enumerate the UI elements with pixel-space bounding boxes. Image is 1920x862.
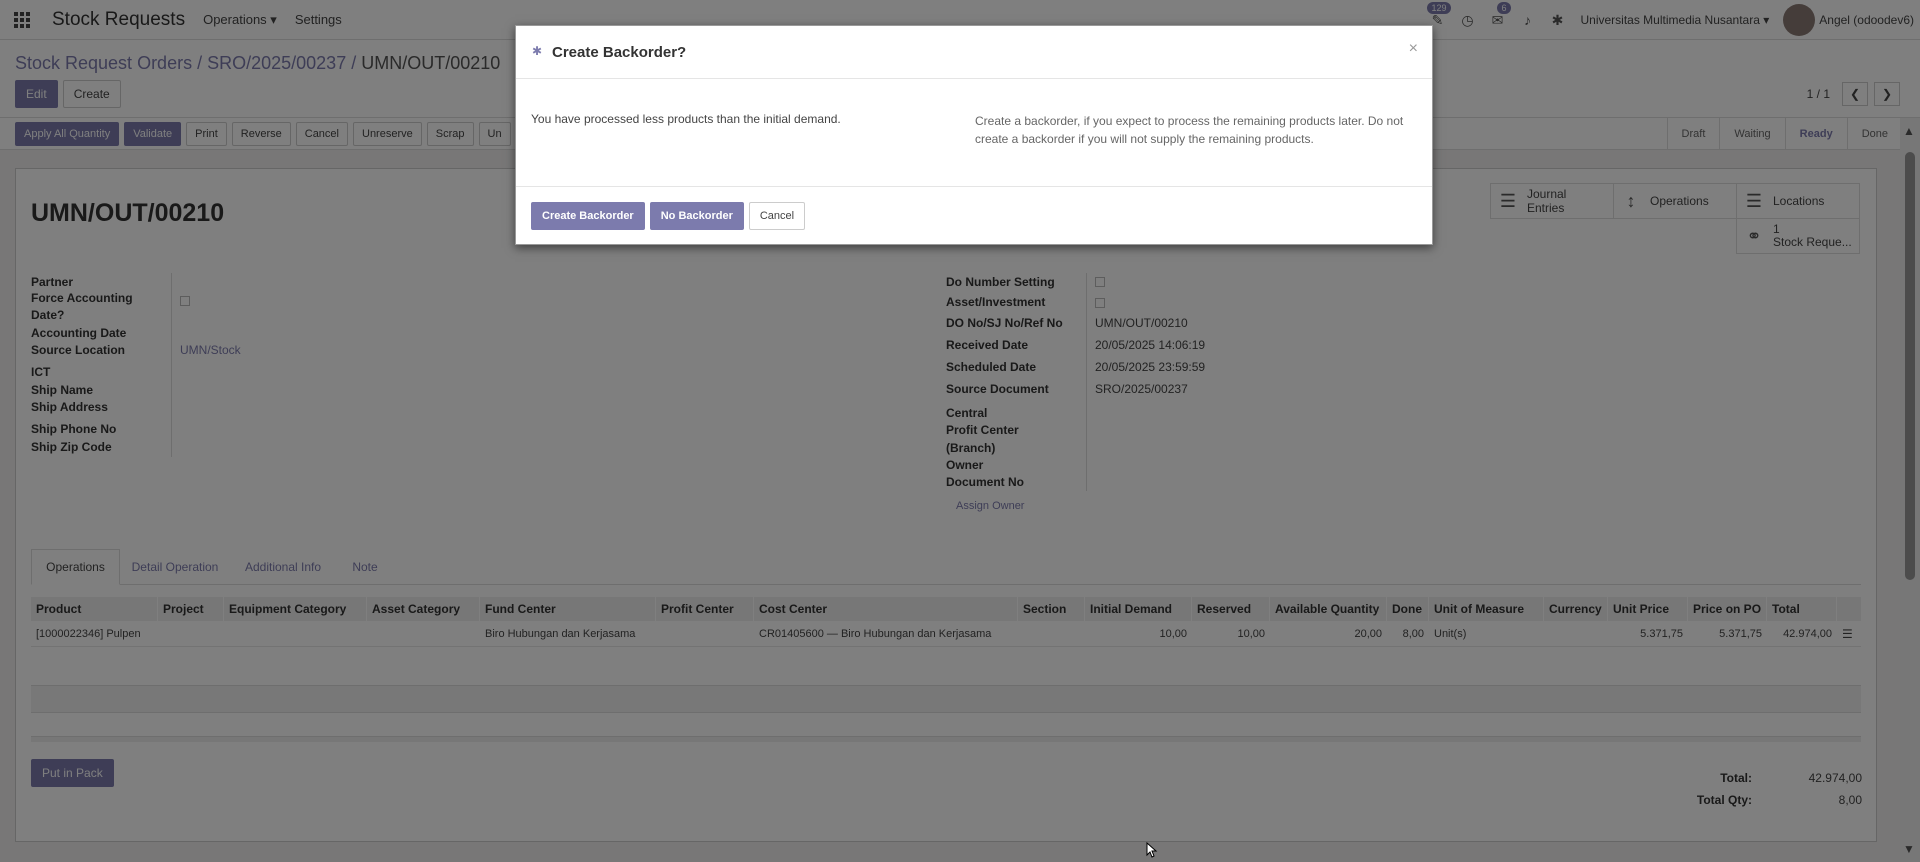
dialog-body: You have processed less products than th… bbox=[516, 80, 1432, 186]
mouse-cursor-icon bbox=[1146, 842, 1158, 858]
dialog-help-text: Create a backorder, if you expect to pro… bbox=[975, 114, 1404, 146]
close-icon[interactable]: × bbox=[1409, 40, 1418, 58]
dialog-message: You have processed less products than th… bbox=[531, 112, 841, 126]
no-backorder-button[interactable]: No Backorder bbox=[649, 202, 744, 230]
backorder-dialog: ✱ Create Backorder? × You have processed… bbox=[515, 25, 1433, 245]
create-backorder-button[interactable]: Create Backorder bbox=[531, 202, 645, 230]
dialog-header: ✱ Create Backorder? × bbox=[516, 26, 1432, 79]
debug-icon[interactable]: ✱ bbox=[530, 44, 544, 58]
dialog-footer: Create Backorder No Backorder Cancel bbox=[516, 186, 1432, 246]
cancel-button[interactable]: Cancel bbox=[748, 202, 806, 230]
dialog-title: Create Backorder? bbox=[552, 44, 687, 61]
